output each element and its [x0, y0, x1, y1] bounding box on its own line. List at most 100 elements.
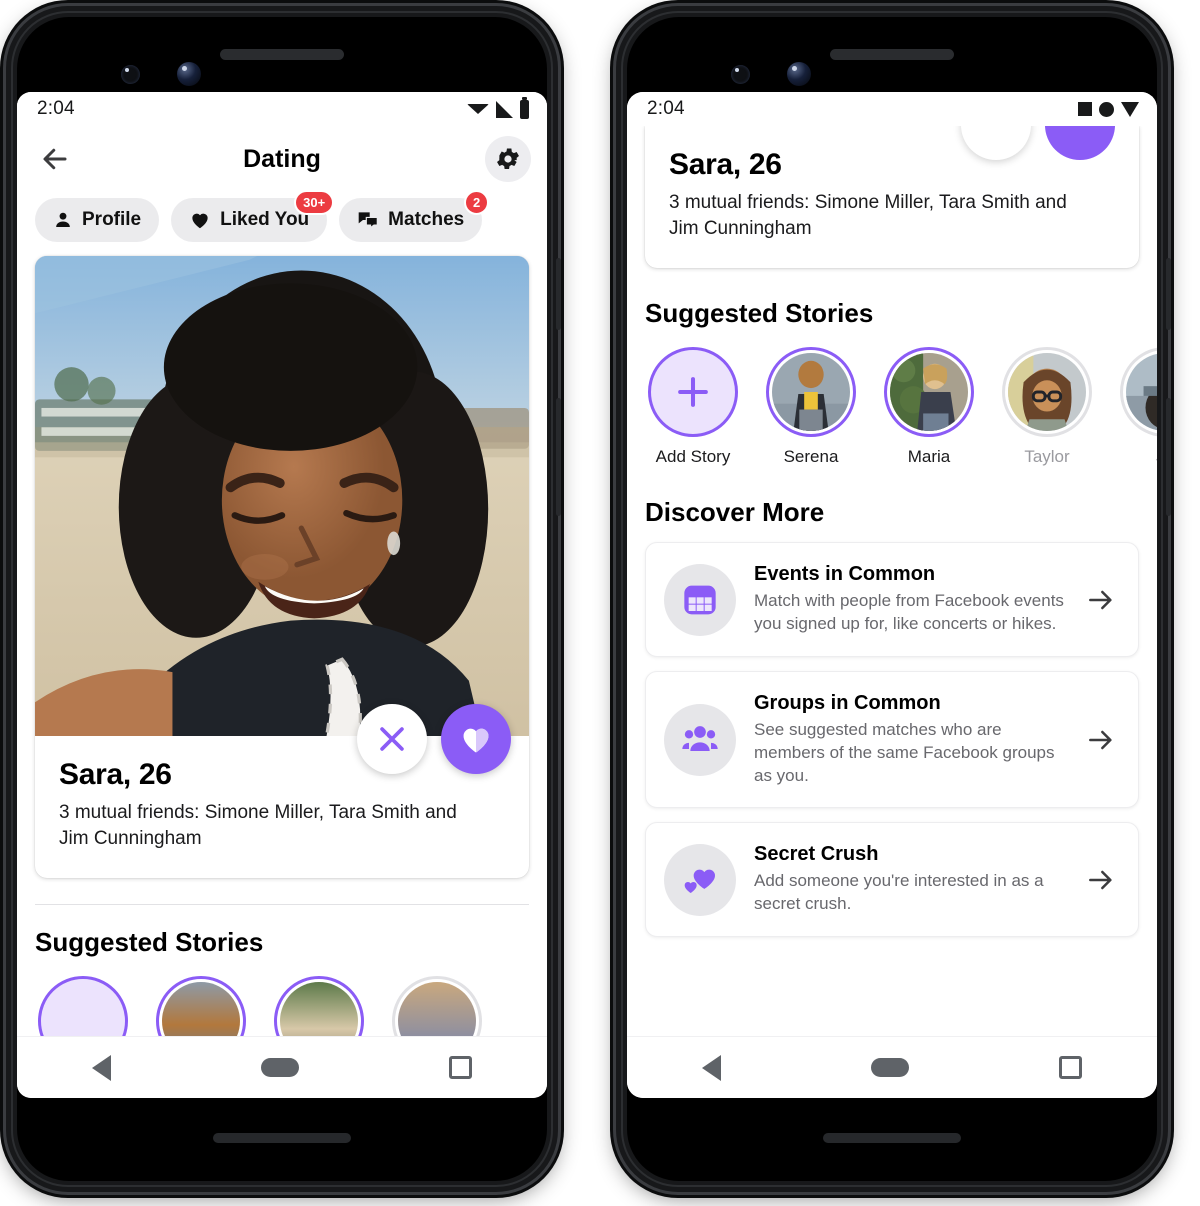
- people-group-icon-wrapper: [664, 703, 736, 776]
- avatar: [1008, 353, 1086, 432]
- avatar-image: [1126, 353, 1157, 432]
- discover-card-arrow[interactable]: [1082, 724, 1120, 756]
- front-camera-primary-icon: [177, 62, 201, 86]
- chip-profile[interactable]: Profile: [35, 198, 160, 242]
- android-nav-bar-left: [17, 1036, 547, 1098]
- discover-card-arrow[interactable]: [1082, 584, 1120, 616]
- discover-card-title: Secret Crush: [754, 843, 879, 866]
- avatar: [398, 982, 476, 1036]
- arrow-right-icon: [1089, 730, 1112, 749]
- dislike-button[interactable]: [357, 704, 427, 774]
- screen-content-left: Dating Profile Liked You 30+ Matches 2 S…: [17, 126, 547, 1036]
- story-item-serena[interactable]: Serena: [763, 347, 859, 467]
- two-phone-mockup: 2:04 Dating Profile Liked You 30+ Matche…: [0, 0, 1200, 1206]
- story-item-jo[interactable]: Jo: [1117, 347, 1157, 467]
- story-label: Taylor: [1024, 447, 1070, 467]
- chip-liked-you-label: Liked You: [220, 209, 310, 230]
- add-story-ring: [648, 347, 738, 438]
- triangle-down-icon: [1121, 101, 1139, 117]
- wifi-icon: [467, 104, 489, 114]
- back-button[interactable]: [33, 137, 77, 181]
- settings-button[interactable]: [485, 136, 531, 182]
- circle-icon: [1099, 101, 1114, 117]
- status-clock: 2:04: [647, 98, 685, 119]
- power-button[interactable]: [1166, 258, 1171, 330]
- discover-card-text: Events in Common Match with people from …: [754, 563, 1064, 636]
- nav-home-icon[interactable]: [261, 1058, 299, 1077]
- nav-recents-icon[interactable]: [449, 1056, 472, 1079]
- swipe-actions-partial: [961, 126, 1115, 160]
- bottom-speaker-icon: [213, 1133, 351, 1143]
- story-item-maria[interactable]: Maria: [881, 347, 977, 467]
- discover-card-groups[interactable]: Groups in Common See suggested matches w…: [645, 670, 1139, 809]
- arrow-left-icon: [43, 148, 67, 170]
- story-item[interactable]: [271, 976, 367, 1036]
- discover-card-arrow[interactable]: [1082, 864, 1120, 896]
- status-bar-left: 2:04: [17, 92, 547, 126]
- square-icon: [1078, 102, 1092, 116]
- gear-icon: [497, 148, 519, 170]
- like-button[interactable]: [1045, 126, 1115, 160]
- beach-selfie-image: [35, 256, 529, 736]
- discover-card-title: Events in Common: [754, 563, 936, 586]
- front-camera-secondary-icon: [121, 65, 140, 84]
- story-item-taylor[interactable]: Taylor: [999, 347, 1095, 467]
- story-label: Maria: [907, 447, 951, 467]
- front-camera-primary-icon: [787, 62, 811, 86]
- avatar: [1126, 353, 1157, 432]
- arrow-right-icon: [1089, 590, 1112, 609]
- calendar-grid-icon: [684, 585, 716, 615]
- avatar-image: [890, 353, 968, 432]
- chip-matches[interactable]: Matches 2: [339, 190, 490, 242]
- avatar: [772, 353, 850, 432]
- story-ring: [392, 976, 482, 1036]
- nav-home-icon[interactable]: [871, 1058, 909, 1077]
- power-button[interactable]: [556, 258, 561, 330]
- discover-card-events[interactable]: Events in Common Match with people from …: [645, 542, 1139, 657]
- stories-row-peek[interactable]: [17, 958, 547, 1036]
- battery-icon: [520, 96, 529, 119]
- phone-left: 2:04 Dating Profile Liked You 30+ Matche…: [6, 6, 561, 1192]
- earpiece-speaker-icon: [220, 49, 344, 60]
- page-title: Dating: [243, 144, 321, 173]
- bottom-speaker-icon: [823, 1133, 961, 1143]
- two-hearts-icon: [684, 869, 716, 893]
- chip-matches-badge: 2: [463, 190, 490, 215]
- status-icons: [1078, 101, 1139, 117]
- profile-card[interactable]: Sara, 26 3 mutual friends: Simone Miller…: [35, 256, 529, 879]
- avatar-image: [1008, 353, 1086, 432]
- status-bar-right: 2:04: [627, 92, 1157, 126]
- screen-content-right: Sara, 26 3 mutual friends: Simone Miller…: [627, 126, 1157, 1036]
- signal-icon: [496, 100, 513, 118]
- story-item[interactable]: [389, 976, 485, 1036]
- dislike-button[interactable]: [961, 126, 1031, 160]
- stories-row[interactable]: Add Story Serena Maria Taylor: [627, 329, 1157, 473]
- chip-liked-you[interactable]: Liked You 30+: [171, 190, 335, 242]
- close-x-icon: [380, 727, 404, 751]
- like-button[interactable]: [441, 704, 511, 774]
- avatar-image: [772, 353, 850, 432]
- discover-card-secret-crush[interactable]: Secret Crush Add someone you're interest…: [645, 822, 1139, 937]
- story-ring: [884, 347, 974, 438]
- earpiece-speaker-icon: [830, 49, 954, 60]
- volume-button[interactable]: [1166, 398, 1171, 516]
- nav-back-icon[interactable]: [92, 1054, 111, 1081]
- profile-card-partial[interactable]: Sara, 26 3 mutual friends: Simone Miller…: [645, 126, 1139, 269]
- story-item[interactable]: [153, 976, 249, 1036]
- heart-filled-icon: [463, 728, 489, 753]
- story-item[interactable]: [35, 976, 131, 1036]
- nav-recents-icon[interactable]: [1059, 1056, 1082, 1079]
- chip-matches-label: Matches: [388, 209, 465, 230]
- status-clock: 2:04: [37, 98, 75, 119]
- chip-profile-label: Profile: [82, 209, 142, 230]
- story-item-add[interactable]: Add Story: [645, 347, 741, 467]
- screen-right: 2:04 Sara, 26 3 mutual friends: Simone M…: [627, 92, 1157, 1098]
- story-ring: [274, 976, 364, 1036]
- phone-right: 2:04 Sara, 26 3 mutual friends: Simone M…: [616, 6, 1171, 1192]
- suggested-stories-title: Suggested Stories: [35, 927, 264, 958]
- story-ring: [766, 347, 856, 438]
- volume-button[interactable]: [556, 398, 561, 516]
- nav-back-icon[interactable]: [702, 1054, 721, 1081]
- calendar-grid-icon-wrapper: [664, 563, 736, 636]
- filter-chips: Profile Liked You 30+ Matches 2: [17, 190, 547, 256]
